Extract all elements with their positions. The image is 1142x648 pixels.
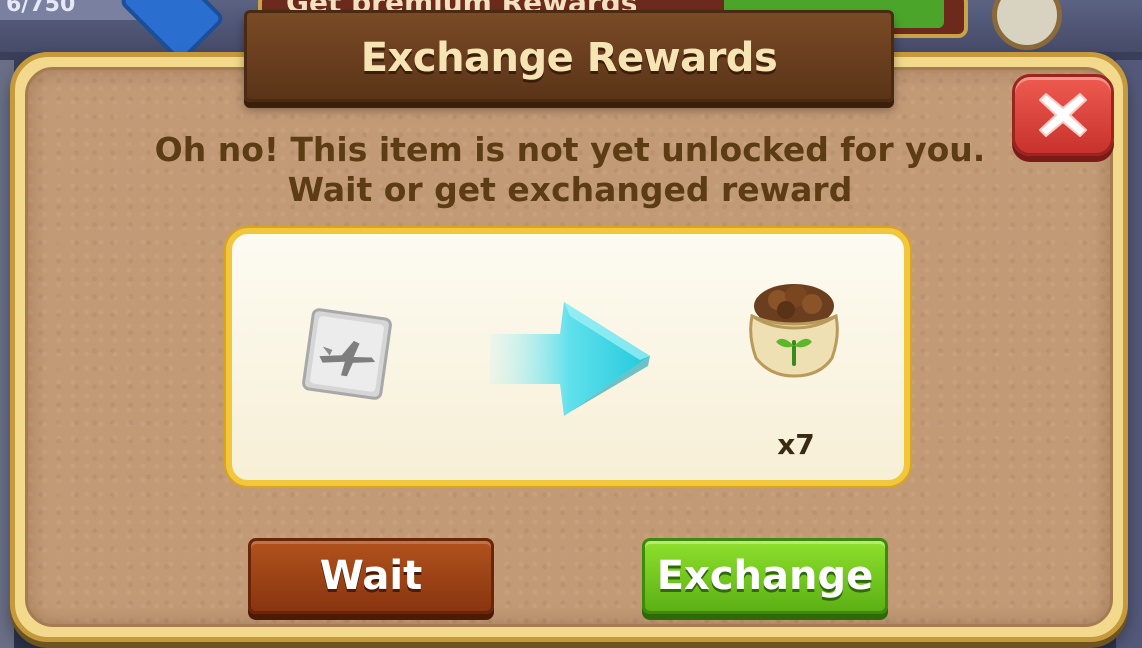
exchange-panel: x7 <box>226 228 910 486</box>
exchange-button-label: Exchange <box>656 553 874 599</box>
wait-button[interactable]: Wait <box>248 538 494 614</box>
dialog-title: Exchange Rewards <box>360 35 778 81</box>
dialog-message: Oh no! This item is not yet unlocked for… <box>154 130 986 209</box>
wait-button-label: Wait <box>319 553 423 599</box>
airplane-card-icon <box>302 308 392 400</box>
arrow-right-icon <box>490 302 650 416</box>
dialog-title-plaque: Exchange Rewards <box>244 10 894 102</box>
close-button[interactable] <box>1012 74 1114 156</box>
exchange-button[interactable]: Exchange <box>642 538 888 614</box>
reward-quantity: x7 <box>777 428 815 461</box>
close-icon <box>1039 93 1087 137</box>
seed-bag-icon <box>749 284 839 378</box>
